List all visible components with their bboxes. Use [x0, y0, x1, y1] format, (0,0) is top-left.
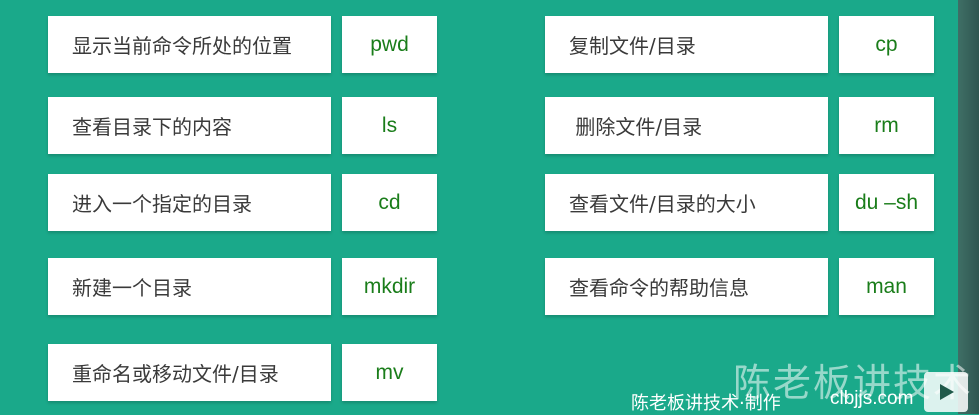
play-button[interactable] [924, 372, 968, 412]
desc-text: 显示当前命令所处的位置 [72, 34, 292, 58]
cmd-text: mkdir [363, 274, 416, 298]
cmd-text: ls [381, 113, 398, 137]
desc-text: 复制文件/目录 [569, 34, 696, 58]
cmd-card-ls: ls [342, 97, 437, 154]
desc-card-mv: 重命名或移动文件/目录 [48, 344, 331, 401]
cmd-text: man [866, 274, 907, 298]
desc-text: 查看文件/目录的大小 [569, 192, 756, 216]
cmd-card-man: man [839, 258, 934, 315]
play-icon [940, 384, 954, 400]
cmd-text: mv [375, 360, 404, 384]
cmd-card-cp: cp [839, 16, 934, 73]
cmd-text: cp [875, 32, 898, 56]
cmd-text: cd [378, 190, 401, 214]
desc-card-ls: 查看目录下的内容 [48, 97, 331, 154]
desc-card-cd: 进入一个指定的目录 [48, 174, 331, 231]
cmd-card-rm: rm [839, 97, 934, 154]
desc-text: 查看命令的帮助信息 [569, 276, 749, 300]
desc-text: 新建一个目录 [72, 276, 192, 300]
cmd-card-pwd: pwd [342, 16, 437, 73]
desc-card-cp: 复制文件/目录 [545, 16, 828, 73]
cmd-text: du –sh [854, 190, 919, 214]
watermark-url: clbjjs.com [830, 388, 914, 409]
desc-text: 进入一个指定的目录 [72, 192, 252, 216]
cmd-text: rm [874, 113, 899, 137]
desc-text: 查看目录下的内容 [72, 115, 232, 139]
desc-text: 重命名或移动文件/目录 [72, 362, 279, 386]
desc-card-rm: 删除文件/目录 [545, 97, 828, 154]
cmd-card-cd: cd [342, 174, 437, 231]
cmd-card-du: du –sh [839, 174, 934, 231]
cmd-card-mkdir: mkdir [342, 258, 437, 315]
cmd-card-mv: mv [342, 344, 437, 401]
desc-card-du: 查看文件/目录的大小 [545, 174, 828, 231]
watermark-credit: 陈老板讲技术·制作 [631, 393, 781, 414]
desc-card-man: 查看命令的帮助信息 [545, 258, 828, 315]
cmd-text: pwd [370, 32, 409, 56]
desc-card-mkdir: 新建一个目录 [48, 258, 331, 315]
desc-card-pwd: 显示当前命令所处的位置 [48, 16, 331, 73]
desc-text: 删除文件/目录 [569, 115, 703, 139]
